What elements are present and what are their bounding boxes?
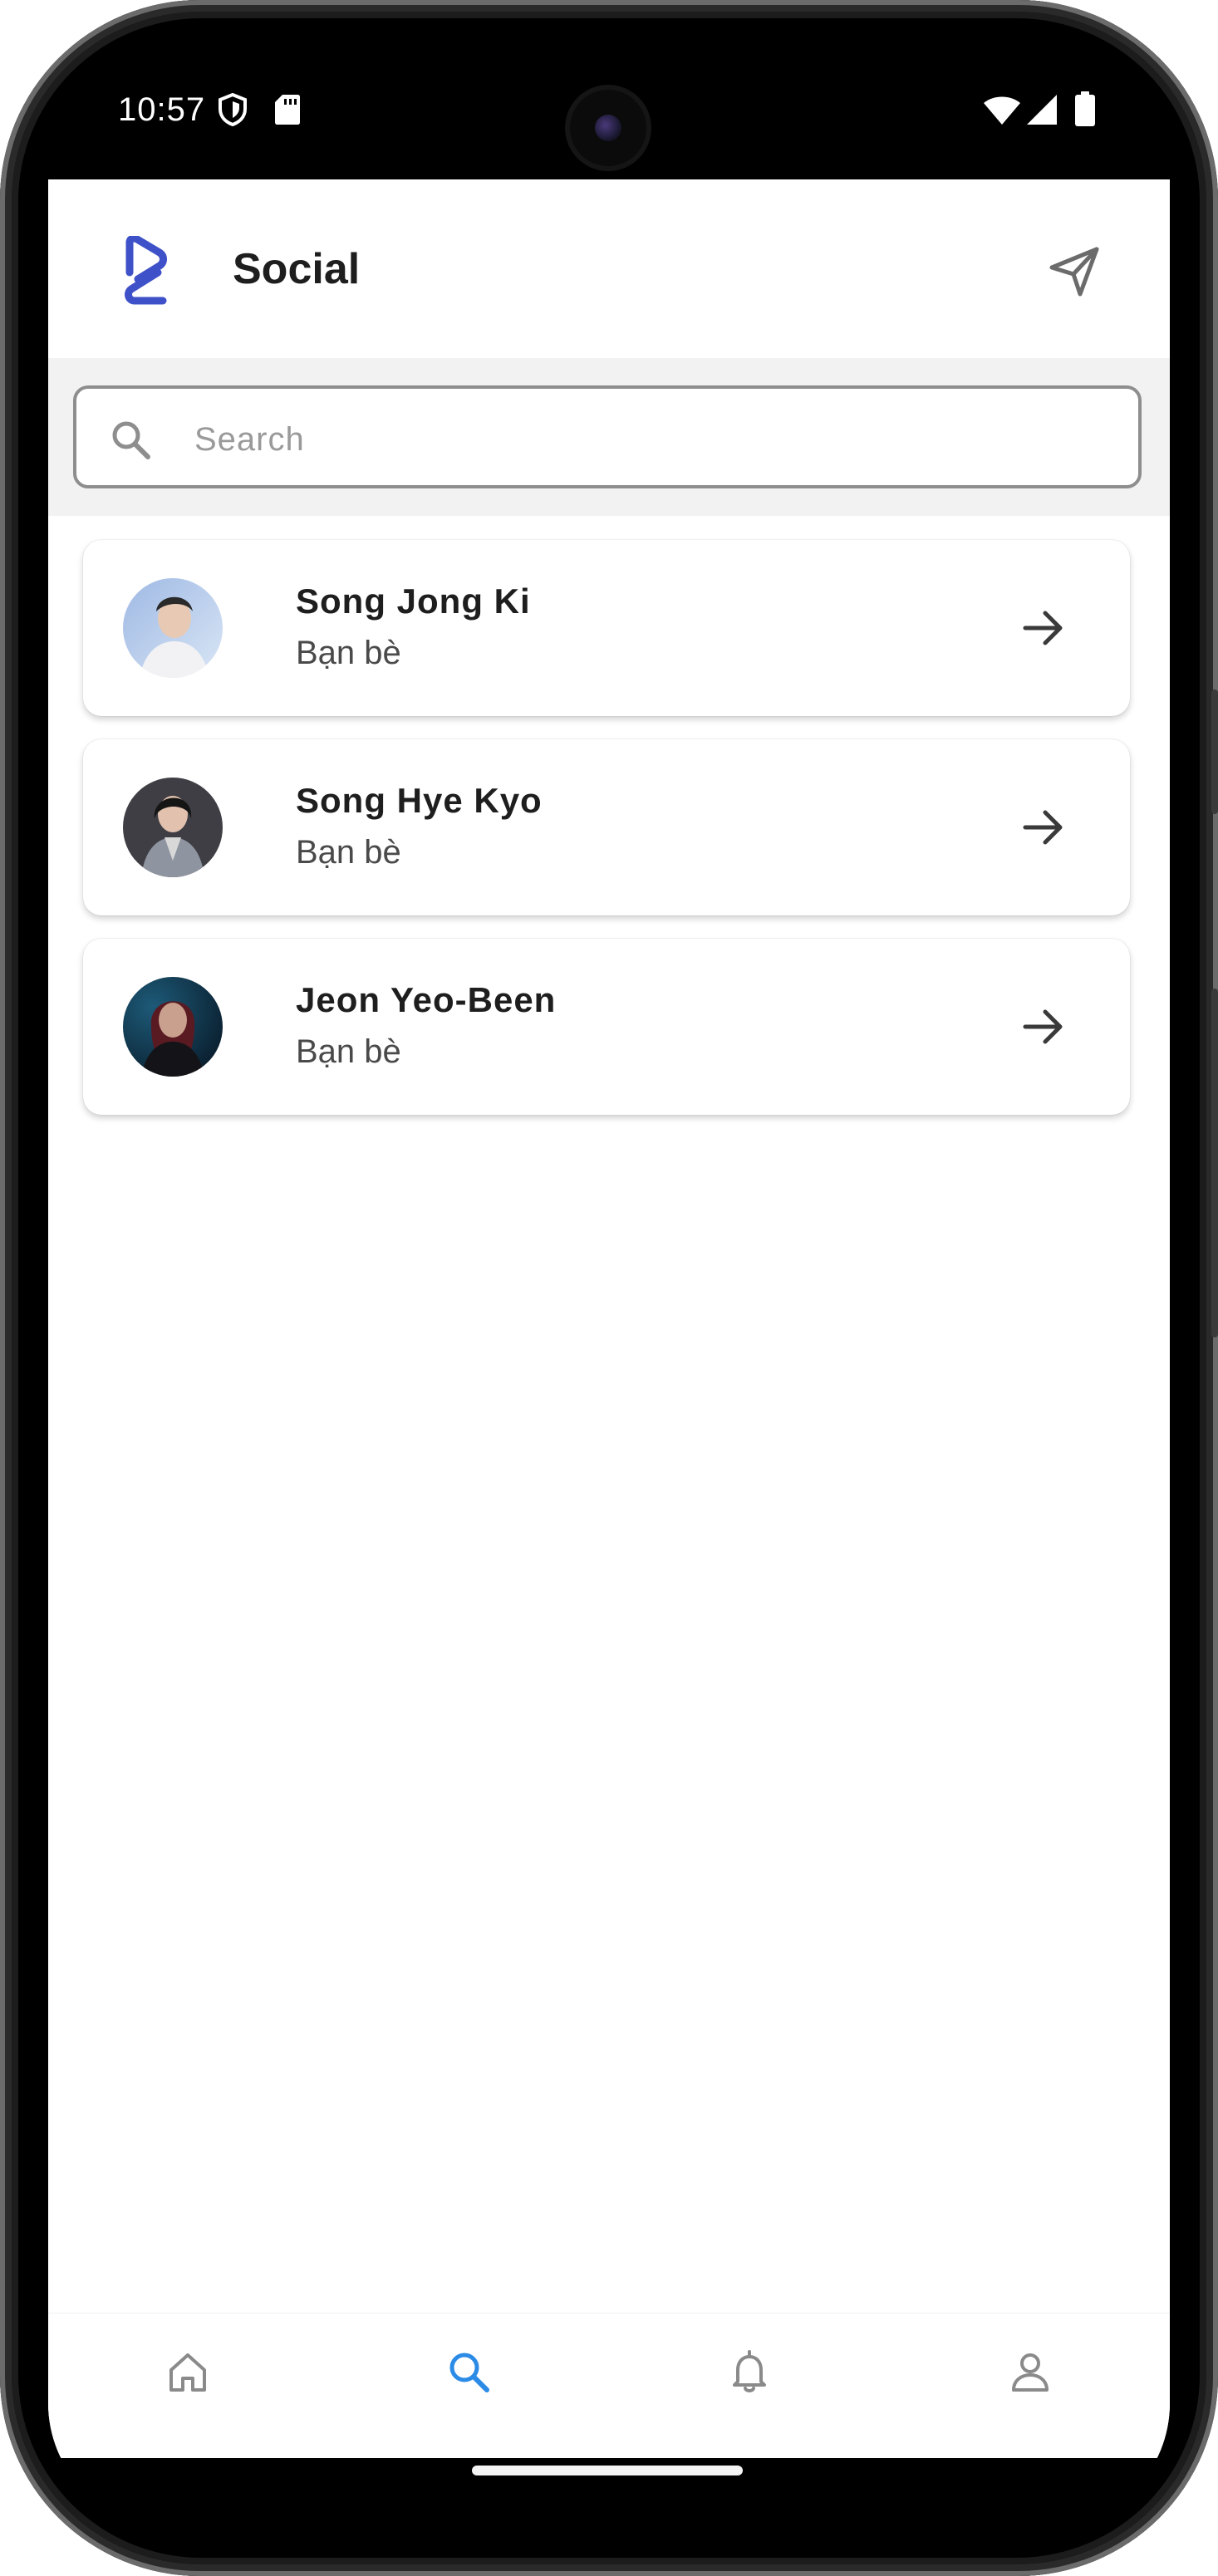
app-header: Social [48, 179, 1170, 358]
sd-card-icon [274, 93, 301, 130]
power-button [1211, 689, 1218, 814]
home-icon[interactable] [163, 2347, 213, 2397]
arrow-right-icon[interactable] [1020, 605, 1067, 651]
phone-screen: 10:57 Social Search Song Jong Ki Bạn bè … [48, 48, 1170, 2528]
volume-button [1211, 989, 1218, 1337]
friend-relation: Bạn bè [296, 635, 401, 671]
app-logo-icon [118, 234, 176, 315]
shield-icon [218, 92, 248, 130]
friend-name: Song Hye Kyo [296, 781, 543, 820]
profile-icon[interactable] [1005, 2347, 1055, 2397]
app-content: Social Search Song Jong Ki Bạn bè Song H… [48, 179, 1170, 2458]
avatar [123, 977, 223, 1077]
search-icon [110, 419, 151, 464]
arrow-right-icon[interactable] [1020, 1003, 1067, 1050]
search-field[interactable] [73, 385, 1142, 488]
status-time: 10:57 [118, 91, 206, 128]
signal-icon [1027, 95, 1057, 129]
avatar [123, 578, 223, 678]
send-icon[interactable] [1045, 243, 1103, 301]
arrow-right-icon[interactable] [1020, 804, 1067, 851]
avatar [123, 778, 223, 877]
wifi-icon [984, 96, 1020, 129]
friend-card[interactable]: Song Jong Ki Bạn bè [83, 540, 1130, 716]
front-camera [570, 90, 646, 166]
friend-name: Jeon Yeo-Been [296, 980, 557, 1019]
bell-icon[interactable] [724, 2347, 774, 2397]
battery-icon [1075, 91, 1095, 130]
friend-card[interactable]: Jeon Yeo-Been Bạn bè [83, 939, 1130, 1115]
home-indicator[interactable] [472, 2466, 743, 2475]
page-title: Social [233, 245, 361, 293]
friend-relation: Bạn bè [296, 834, 401, 871]
search-input[interactable] [193, 414, 1110, 465]
friend-relation: Bạn bè [296, 1033, 401, 1070]
friend-card[interactable]: Song Hye Kyo Bạn bè [83, 739, 1130, 915]
bottom-navigation [48, 2313, 1170, 2458]
search-icon[interactable] [444, 2347, 494, 2397]
friend-name: Song Jong Ki [296, 581, 531, 621]
